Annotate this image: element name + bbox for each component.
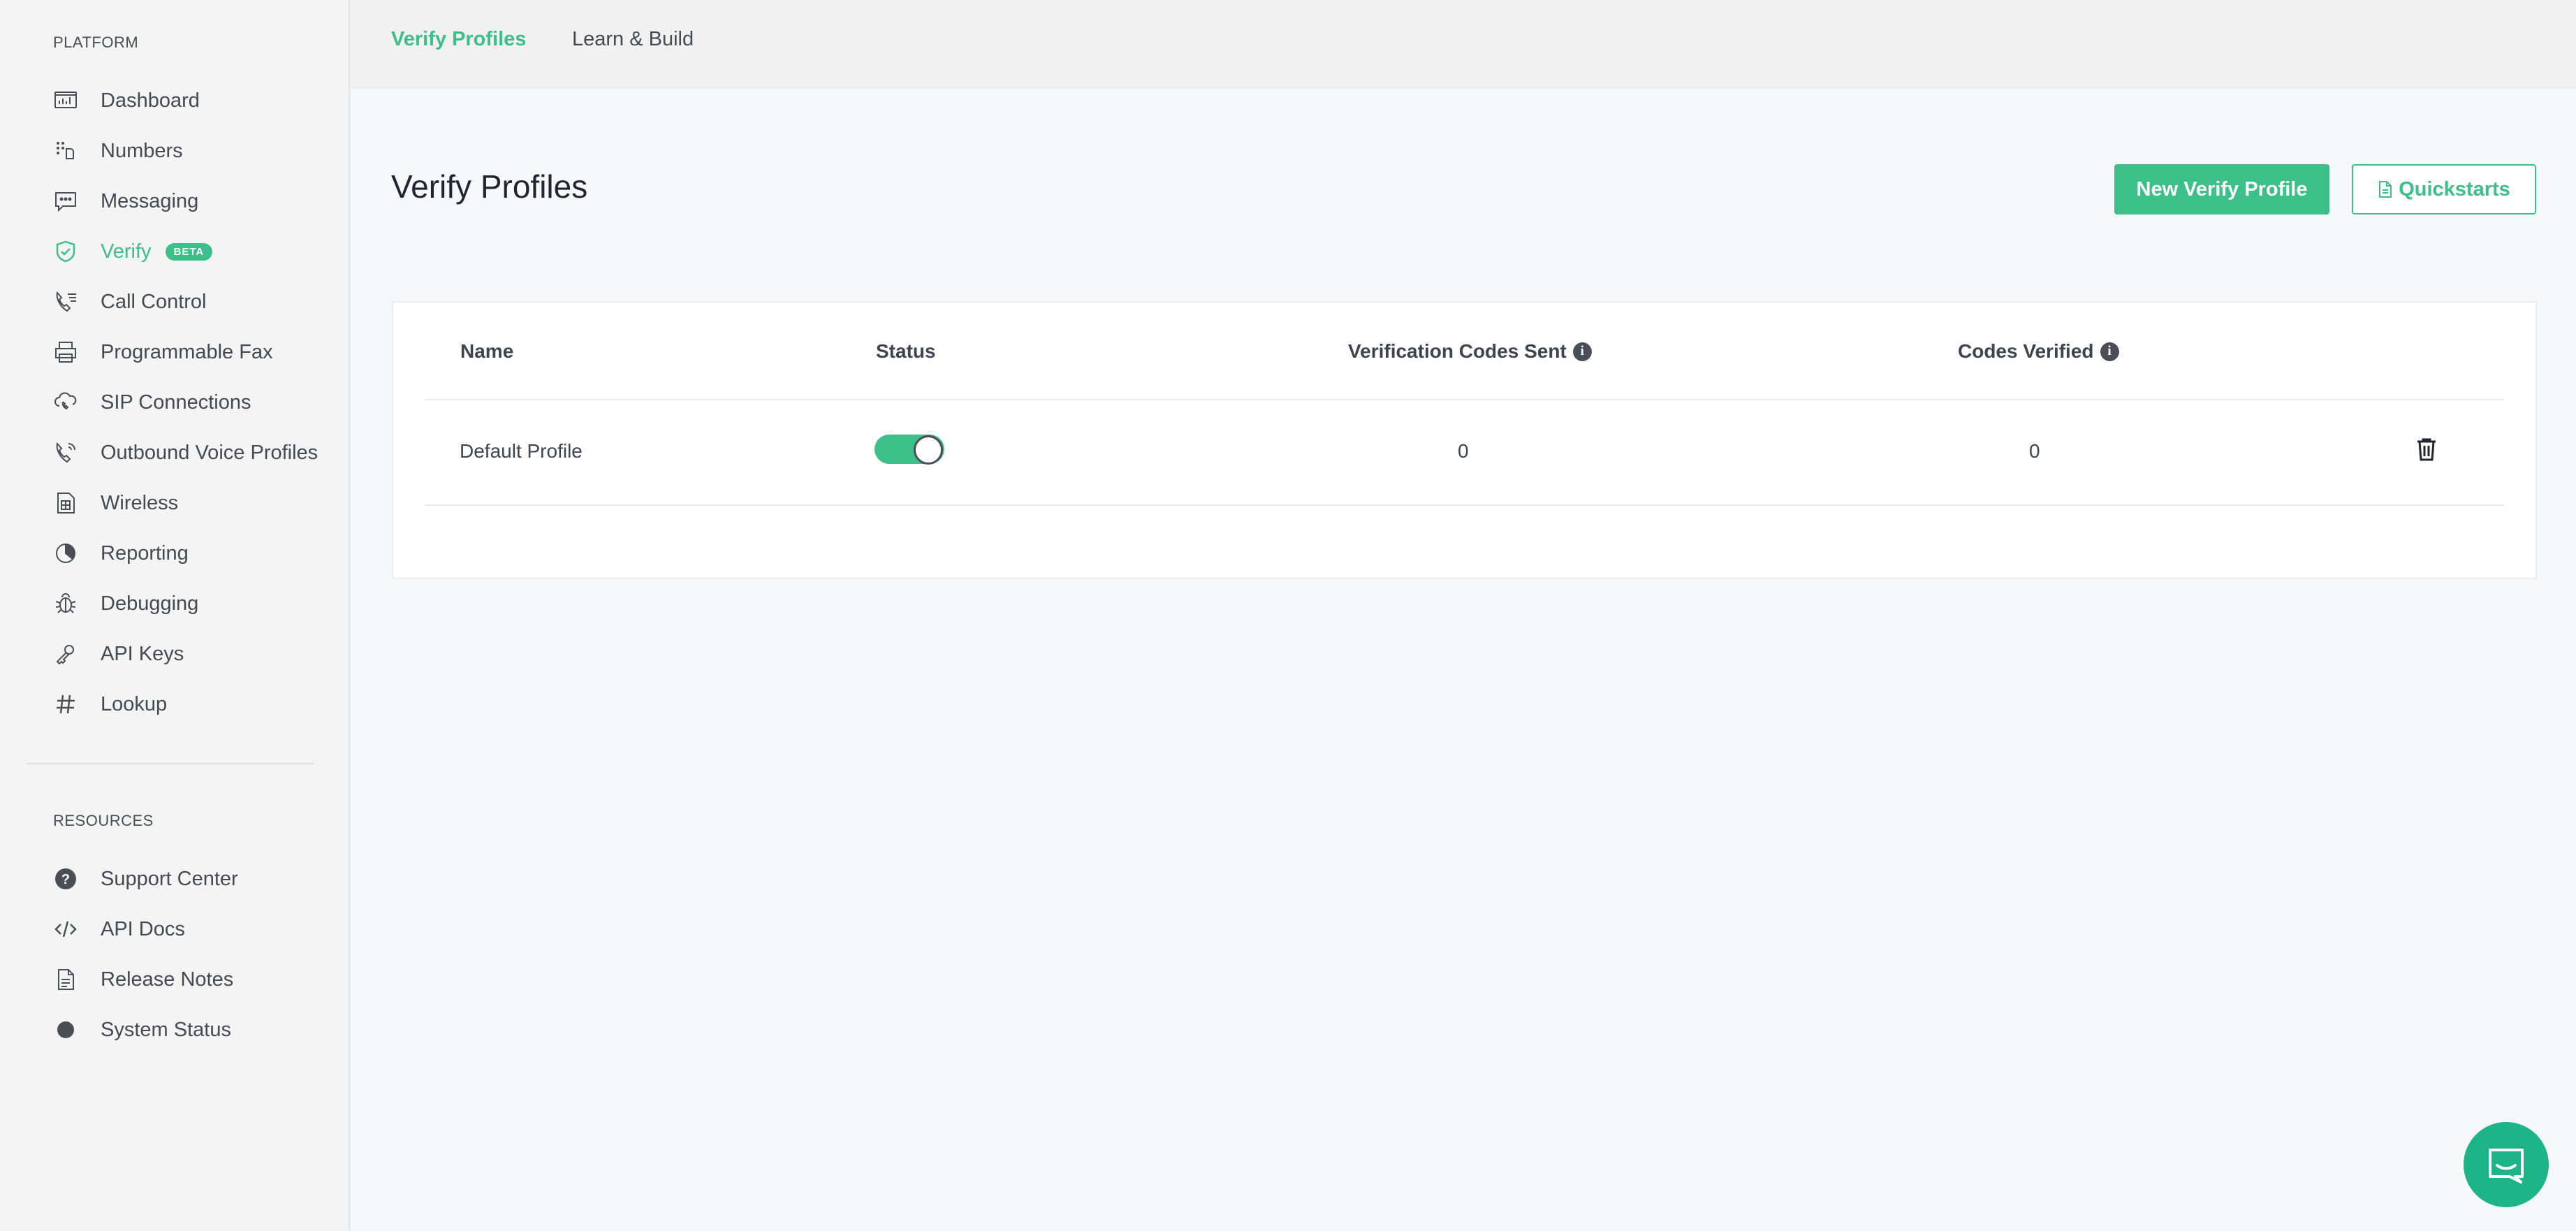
svg-text:?: ? bbox=[61, 872, 70, 887]
sidebar-item-label: Verify bbox=[101, 240, 152, 263]
sidebar-item-dashboard[interactable]: Dashboard bbox=[53, 82, 200, 119]
sidebar-item-label: API Keys bbox=[101, 642, 184, 665]
resources-section-title: RESOURCES bbox=[53, 812, 154, 829]
column-header-codes-verified: Codes Verified i bbox=[1958, 340, 2119, 363]
sidebar-item-programmable-fax[interactable]: Programmable Fax bbox=[53, 334, 273, 370]
sidebar-item-call-control[interactable]: Call Control bbox=[53, 284, 207, 320]
sidebar-item-debugging[interactable]: Debugging bbox=[53, 585, 198, 622]
chat-widget-button[interactable] bbox=[2464, 1122, 2549, 1207]
code-icon bbox=[53, 917, 78, 942]
dashboard-icon bbox=[53, 88, 78, 113]
phone-list-icon bbox=[53, 289, 78, 314]
sidebar-item-api-keys[interactable]: API Keys bbox=[53, 636, 184, 672]
tab-learn-build[interactable]: Learn & Build bbox=[572, 28, 694, 51]
sidebar-item-messaging[interactable]: Messaging bbox=[53, 183, 198, 219]
quickstarts-button[interactable]: Quickstarts bbox=[2352, 164, 2536, 214]
pie-chart-icon bbox=[53, 541, 78, 566]
quickstarts-button-label: Quickstarts bbox=[2399, 177, 2510, 201]
sidebar-item-label: Messaging bbox=[101, 189, 199, 212]
sidebar: PLATFORM Dashboard Numbers Messaging Ver… bbox=[0, 0, 350, 1231]
sidebar-item-label: Support Center bbox=[101, 867, 238, 890]
sidebar-item-label: Release Notes bbox=[101, 968, 234, 991]
dialpad-icon bbox=[53, 138, 78, 163]
sidebar-item-label: System Status bbox=[101, 1018, 231, 1041]
sidebar-item-label: Numbers bbox=[101, 139, 183, 162]
new-verify-profile-button[interactable]: New Verify Profile bbox=[2114, 164, 2329, 214]
cloud-phone-icon bbox=[53, 390, 78, 415]
sidebar-item-label: Reporting bbox=[101, 541, 189, 564]
sidebar-item-release-notes[interactable]: Release Notes bbox=[53, 961, 233, 998]
sidebar-item-outbound-voice-profiles[interactable]: Outbound Voice Profiles bbox=[53, 435, 318, 471]
platform-section-title: PLATFORM bbox=[53, 34, 139, 51]
sidebar-item-label: Wireless bbox=[101, 491, 179, 514]
sidebar-item-label: SIP Connections bbox=[101, 391, 251, 414]
table-row-divider bbox=[425, 504, 2504, 506]
status-dot-icon bbox=[53, 1017, 78, 1042]
info-icon[interactable]: i bbox=[1572, 342, 1592, 361]
profile-name-cell[interactable]: Default Profile bbox=[460, 440, 583, 462]
question-circle-icon: ? bbox=[53, 866, 78, 891]
bug-icon bbox=[53, 591, 78, 616]
sidebar-item-sip-connections[interactable]: SIP Connections bbox=[53, 384, 251, 421]
sidebar-item-wireless[interactable]: Wireless bbox=[53, 485, 178, 521]
column-header-codes-sent: Verification Codes Sent i bbox=[1348, 340, 1592, 363]
sidebar-item-label: Dashboard bbox=[101, 89, 200, 112]
sidebar-item-lookup[interactable]: Lookup bbox=[53, 686, 167, 722]
sidebar-item-label: Programmable Fax bbox=[101, 340, 273, 363]
sidebar-item-api-docs[interactable]: API Docs bbox=[53, 911, 185, 947]
sidebar-item-support-center[interactable]: ? Support Center bbox=[53, 861, 238, 897]
chat-icon bbox=[2489, 1149, 2524, 1183]
sidebar-item-verify[interactable]: Verify BETA bbox=[53, 233, 213, 270]
info-icon[interactable]: i bbox=[2100, 342, 2119, 361]
sidebar-item-system-status[interactable]: System Status bbox=[53, 1012, 231, 1048]
key-icon bbox=[53, 641, 78, 667]
hashtag-icon bbox=[53, 692, 78, 717]
tab-verify-profiles[interactable]: Verify Profiles bbox=[391, 28, 526, 51]
sidebar-item-reporting[interactable]: Reporting bbox=[53, 535, 189, 571]
toggle-knob bbox=[914, 435, 943, 465]
document-icon bbox=[2379, 181, 2392, 198]
codes-verified-cell: 0 bbox=[2029, 440, 2040, 462]
column-header-name: Name bbox=[460, 340, 514, 362]
codes-sent-cell: 0 bbox=[1458, 440, 1469, 462]
trash-icon[interactable] bbox=[2416, 437, 2437, 461]
sidebar-item-label: Outbound Voice Profiles bbox=[101, 441, 319, 464]
printer-icon bbox=[53, 340, 78, 365]
column-header-status: Status bbox=[876, 340, 936, 362]
chat-icon bbox=[53, 189, 78, 214]
sidebar-item-label: API Docs bbox=[101, 917, 185, 940]
sidebar-item-label: Debugging bbox=[101, 592, 199, 615]
sim-card-icon bbox=[53, 490, 78, 516]
top-tab-bar: Verify Profiles Learn & Build bbox=[350, 0, 2576, 89]
status-toggle[interactable] bbox=[874, 435, 944, 465]
sidebar-item-numbers[interactable]: Numbers bbox=[53, 133, 183, 169]
sidebar-divider bbox=[27, 763, 314, 764]
beta-badge: BETA bbox=[165, 242, 213, 261]
sidebar-item-label: Call Control bbox=[101, 290, 207, 313]
document-icon bbox=[53, 967, 78, 992]
page-title: Verify Profiles bbox=[391, 168, 588, 205]
phone-outgoing-icon bbox=[53, 440, 78, 465]
sidebar-item-label: Lookup bbox=[101, 692, 168, 715]
table-header-divider bbox=[425, 399, 2504, 400]
shield-check-icon bbox=[53, 239, 78, 264]
